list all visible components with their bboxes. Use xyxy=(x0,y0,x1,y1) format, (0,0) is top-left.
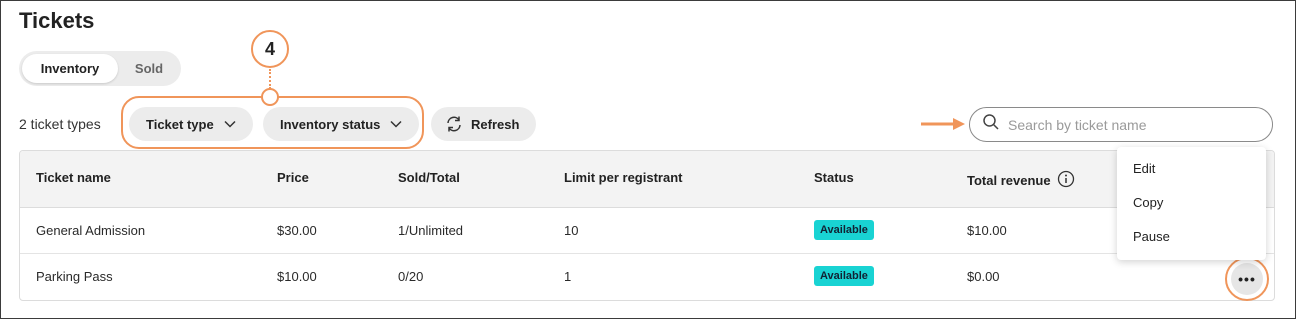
column-total-revenue: Total revenue xyxy=(967,170,1075,191)
menu-item-copy[interactable]: Copy xyxy=(1133,195,1163,210)
column-limit-per-registrant: Limit per registrant xyxy=(564,170,683,185)
column-sold-total: Sold/Total xyxy=(398,170,460,185)
info-icon[interactable] xyxy=(1057,170,1075,191)
page-title: Tickets xyxy=(19,8,95,33)
row-actions-menu: Edit Copy Pause xyxy=(1117,147,1266,260)
tab-sold[interactable]: Sold xyxy=(121,54,177,83)
refresh-label: Refresh xyxy=(471,116,520,132)
refresh-icon xyxy=(445,115,463,133)
inventory-status-label: Inventory status xyxy=(280,116,381,132)
ticket-limit: 1 xyxy=(564,269,572,284)
status-badge: Available xyxy=(814,266,874,286)
annotation-dot xyxy=(261,88,279,106)
search-icon xyxy=(982,113,1000,136)
chevron-down-icon xyxy=(224,120,236,128)
search-field[interactable] xyxy=(969,107,1273,142)
ticket-price: $10.00 xyxy=(277,269,317,284)
refresh-button[interactable]: Refresh xyxy=(431,107,536,141)
menu-item-pause[interactable]: Pause xyxy=(1133,229,1170,244)
ticket-revenue: $10.00 xyxy=(967,223,1007,238)
inventory-status-filter[interactable]: Inventory status xyxy=(263,107,419,141)
table-header: Ticket name Price Sold/Total Limit per r… xyxy=(20,151,1274,208)
search-input[interactable] xyxy=(1008,116,1258,133)
ticket-type-count: 2 ticket types xyxy=(19,116,101,132)
tickets-table: Ticket name Price Sold/Total Limit per r… xyxy=(19,150,1275,301)
table-row: Parking Pass $10.00 0/20 1 Available $0.… xyxy=(20,254,1274,300)
ticket-name: General Admission xyxy=(36,223,146,238)
tab-inventory[interactable]: Inventory xyxy=(22,54,118,83)
inventory-sold-toggle: Inventory Sold xyxy=(19,51,181,86)
ticket-sold-total: 0/20 xyxy=(398,269,424,284)
annotation-badge: 4 xyxy=(251,30,289,68)
chevron-down-icon xyxy=(390,120,402,128)
ticket-revenue: $0.00 xyxy=(967,269,1000,284)
ticket-limit: 10 xyxy=(564,223,579,238)
column-ticket-name: Ticket name xyxy=(36,170,111,185)
column-status: Status xyxy=(814,170,854,185)
ticket-price: $30.00 xyxy=(277,223,317,238)
arrow-right-icon xyxy=(921,117,967,136)
status-badge: Available xyxy=(814,220,874,240)
ticket-type-label: Ticket type xyxy=(146,116,214,132)
ticket-type-filter[interactable]: Ticket type xyxy=(129,107,253,141)
ticket-sold-total: 1/Unlimited xyxy=(398,223,464,238)
menu-item-edit[interactable]: Edit xyxy=(1133,161,1155,176)
annotation-connector xyxy=(269,69,271,89)
table-row: General Admission $30.00 1/Unlimited 10 … xyxy=(20,208,1274,254)
ticket-name: Parking Pass xyxy=(36,269,113,284)
column-price: Price xyxy=(277,170,309,185)
more-icon[interactable]: ••• xyxy=(1231,263,1263,295)
